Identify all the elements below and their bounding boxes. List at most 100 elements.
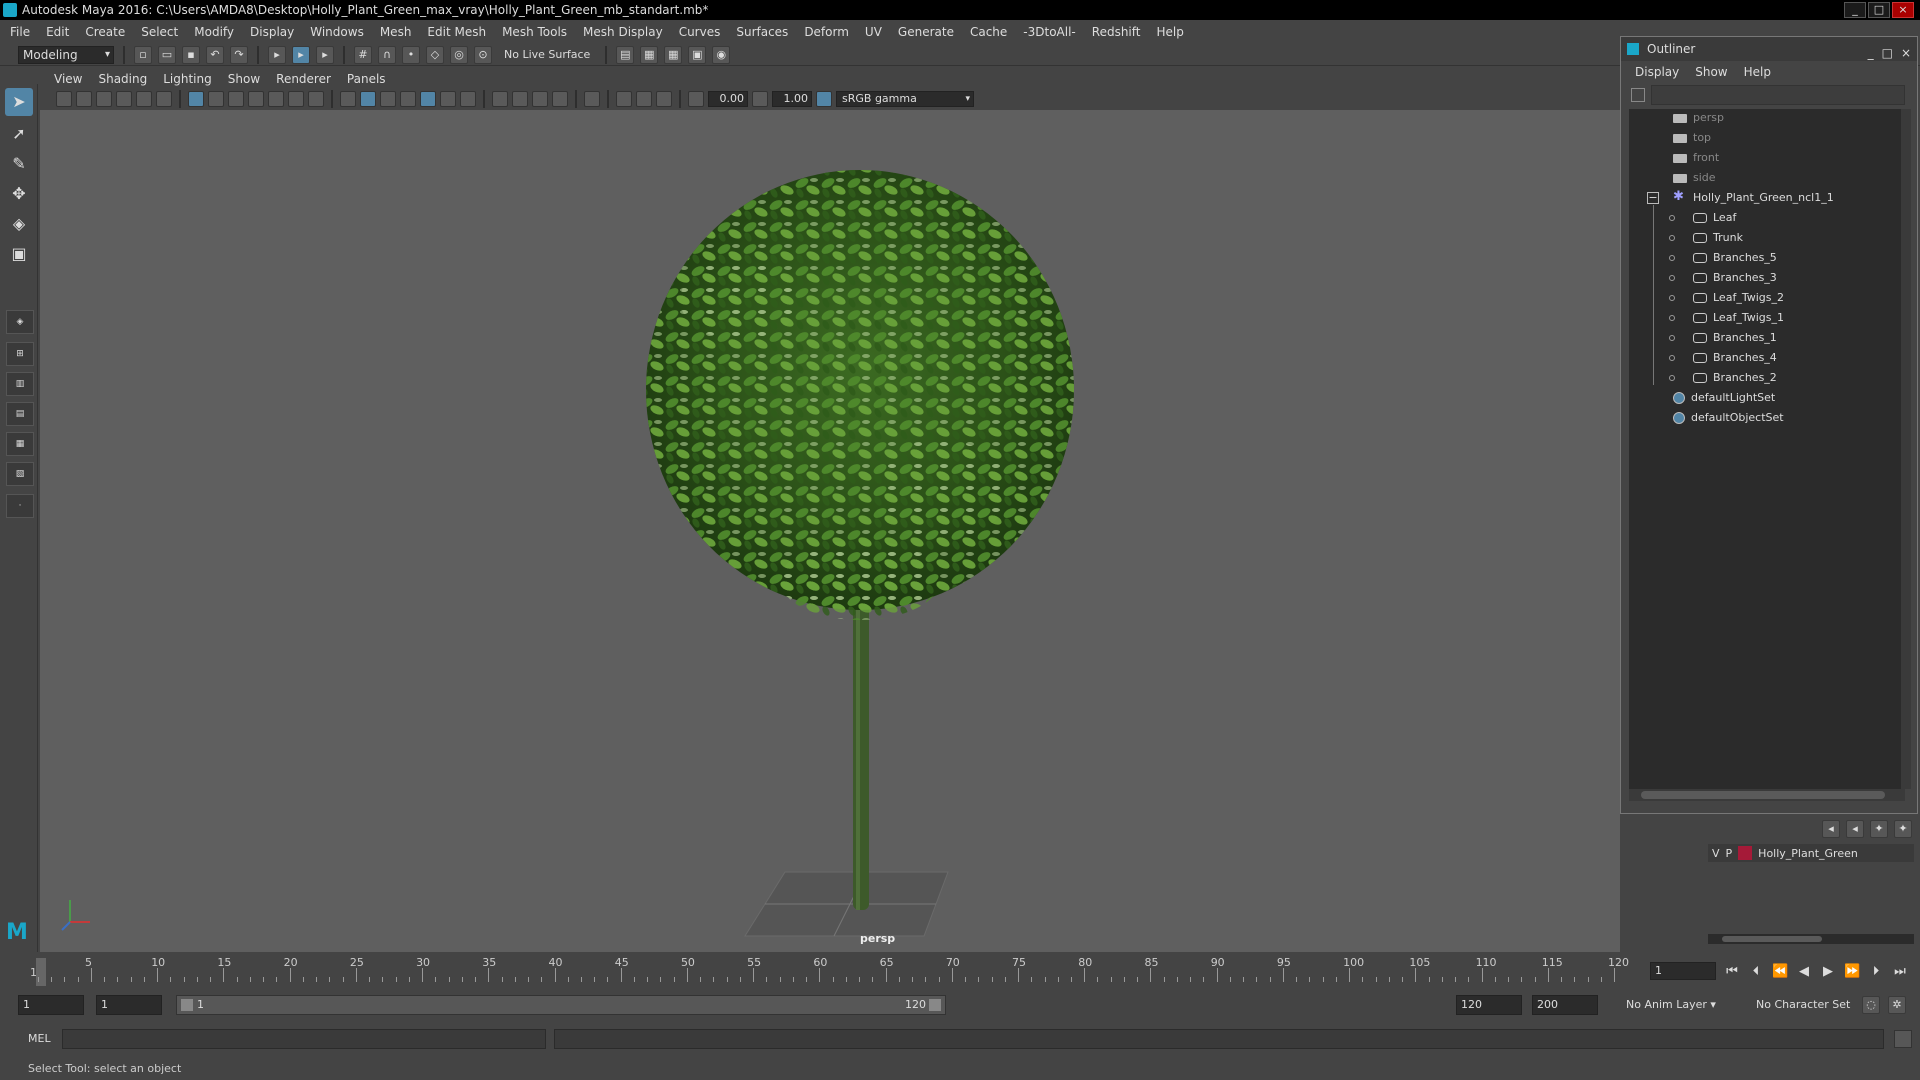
step-forward-frame-icon[interactable]: ⏩ (1844, 964, 1860, 979)
go-to-end-icon[interactable]: ⏭ (1892, 964, 1908, 979)
menu-uv[interactable]: UV (865, 25, 882, 39)
render-settings-icon[interactable]: ▤ (616, 45, 635, 64)
menu-windows[interactable]: Windows (310, 25, 364, 39)
menu-modify[interactable]: Modify (194, 25, 234, 39)
menu-mesh-tools[interactable]: Mesh Tools (502, 25, 567, 39)
outliner-menu-help[interactable]: Help (1744, 65, 1771, 79)
new-scene-icon[interactable]: ▫ (134, 45, 152, 64)
outliner-search-input[interactable] (1651, 85, 1905, 105)
snap-surface-icon[interactable]: ◎ (450, 45, 468, 64)
perspective-viewport[interactable]: persp (40, 110, 1620, 952)
snap-view-icon[interactable]: ◇ (426, 45, 444, 64)
persp-outliner-layout-icon[interactable]: ▥ (6, 372, 34, 396)
wireframe-icon[interactable] (340, 91, 356, 107)
more-layouts-icon[interactable]: · (6, 494, 34, 518)
shadows-icon[interactable] (460, 91, 476, 107)
layer-horizontal-scrollbar[interactable] (1708, 934, 1914, 944)
make-live-icon[interactable]: ⊙ (474, 45, 492, 64)
panel-menu-show[interactable]: Show (228, 72, 260, 86)
go-to-start-icon[interactable]: ⏮ (1724, 964, 1740, 979)
character-set-dropdown[interactable]: No Character Set (1756, 995, 1866, 1015)
grid-icon[interactable] (188, 91, 204, 107)
2d-pan-zoom-icon[interactable] (136, 91, 152, 107)
menu-set-dropdown[interactable]: Modeling ▾ (18, 45, 114, 64)
new-layer-selected-icon[interactable]: ✦ (1894, 820, 1912, 838)
menu-generate[interactable]: Generate (898, 25, 954, 39)
lasso-tool-icon[interactable]: ➚ (5, 120, 33, 148)
depth-of-field-icon[interactable] (552, 91, 568, 107)
snap-point-icon[interactable]: • (402, 45, 420, 64)
move-tool-icon[interactable]: ✥ (5, 180, 33, 208)
scale-tool-icon[interactable]: ▣ (5, 240, 33, 268)
minimize-button[interactable]: _ (1844, 2, 1866, 18)
select-component-icon[interactable]: ▸ (316, 45, 334, 64)
xray-joints-icon[interactable] (656, 91, 672, 107)
step-back-frame-icon[interactable]: ⏪ (1772, 964, 1788, 979)
outliner-item-branches-3[interactable]: Branches_3 (1693, 269, 1777, 287)
menu-edit[interactable]: Edit (46, 25, 69, 39)
panel-menu-panels[interactable]: Panels (347, 72, 386, 86)
menu-surfaces[interactable]: Surfaces (736, 25, 788, 39)
film-gate-icon[interactable] (208, 91, 224, 107)
xray-icon[interactable] (616, 91, 632, 107)
outliner-vertical-scrollbar[interactable] (1901, 109, 1911, 789)
camera-attributes-icon[interactable] (76, 91, 92, 107)
panel-menu-view[interactable]: View (54, 72, 82, 86)
new-empty-layer-icon[interactable]: ✦ (1870, 820, 1888, 838)
script-editor-icon[interactable] (1894, 1030, 1912, 1048)
animation-end-field[interactable]: 200 (1532, 995, 1598, 1015)
menu-3dtoall[interactable]: -3DtoAll- (1023, 25, 1075, 39)
camera-select-icon[interactable] (56, 91, 72, 107)
scrollbar-thumb[interactable] (1722, 936, 1822, 942)
panel-menu-lighting[interactable]: Lighting (163, 72, 212, 86)
exposure-field[interactable]: 0.00 (708, 91, 748, 107)
menu-select[interactable]: Select (141, 25, 178, 39)
layer-name[interactable]: Holly_Plant_Green (1758, 847, 1858, 860)
resolution-gate-icon[interactable] (228, 91, 244, 107)
select-tool-icon[interactable]: ➤ (5, 88, 33, 116)
smooth-shade-icon[interactable] (360, 91, 376, 107)
close-button[interactable]: × (1892, 2, 1914, 18)
snap-grid-icon[interactable]: # (354, 45, 372, 64)
outliner-item-leaf[interactable]: Leaf (1693, 209, 1736, 227)
outliner-item-default-light-set[interactable]: defaultLightSet (1673, 389, 1775, 407)
layer-playback-toggle[interactable]: P (1726, 847, 1733, 860)
four-view-layout-icon[interactable]: ⊞ (6, 342, 34, 366)
menu-mesh[interactable]: Mesh (380, 25, 412, 39)
use-all-lights-icon[interactable] (440, 91, 456, 107)
range-start-handle[interactable] (181, 999, 193, 1011)
gamma-icon[interactable] (752, 91, 768, 107)
menu-mesh-display[interactable]: Mesh Display (583, 25, 663, 39)
single-perspective-layout-icon[interactable]: ◈ (6, 310, 34, 334)
outliner-maximize-button[interactable]: □ (1882, 41, 1893, 65)
playback-start-field[interactable]: 1 (96, 995, 162, 1015)
outliner-item-branches-5[interactable]: Branches_5 (1693, 249, 1777, 267)
panel-menu-shading[interactable]: Shading (98, 72, 147, 86)
time-ruler[interactable]: 1 5 10 15 20 25 30 35 40 45 50 55 60 65 70 75 80 85 90 95 1… (28, 956, 1640, 986)
menu-file[interactable]: File (10, 25, 30, 39)
open-scene-icon[interactable]: ▭ (158, 45, 176, 64)
outliner-item-front[interactable]: front (1673, 149, 1719, 167)
custom-layout-icon[interactable]: ▧ (6, 462, 34, 486)
play-forward-icon[interactable]: ▶ (1820, 964, 1836, 979)
collapse-toggle-icon[interactable]: − (1647, 192, 1659, 204)
maximize-button[interactable]: □ (1868, 2, 1890, 18)
isolate-select-icon[interactable] (584, 91, 600, 107)
menu-edit-mesh[interactable]: Edit Mesh (427, 25, 486, 39)
panel-menu-renderer[interactable]: Renderer (276, 72, 331, 86)
gamma-field[interactable]: 1.00 (772, 91, 812, 107)
persp-hypershade-layout-icon[interactable]: ▦ (6, 432, 34, 456)
exposure-icon[interactable] (688, 91, 704, 107)
ambient-occlusion-icon[interactable] (492, 91, 508, 107)
layer-color-swatch[interactable] (1738, 846, 1753, 860)
layer-row[interactable]: V P Holly_Plant_Green (1708, 844, 1914, 862)
script-language-label[interactable]: MEL (28, 1032, 51, 1045)
image-plane-icon[interactable] (116, 91, 132, 107)
field-chart-icon[interactable] (268, 91, 284, 107)
xray-active-icon[interactable] (636, 91, 652, 107)
safe-title-icon[interactable] (308, 91, 324, 107)
outliner-close-button[interactable]: × (1901, 41, 1911, 65)
default-material-icon[interactable] (380, 91, 396, 107)
menu-cache[interactable]: Cache (970, 25, 1007, 39)
menu-curves[interactable]: Curves (679, 25, 721, 39)
